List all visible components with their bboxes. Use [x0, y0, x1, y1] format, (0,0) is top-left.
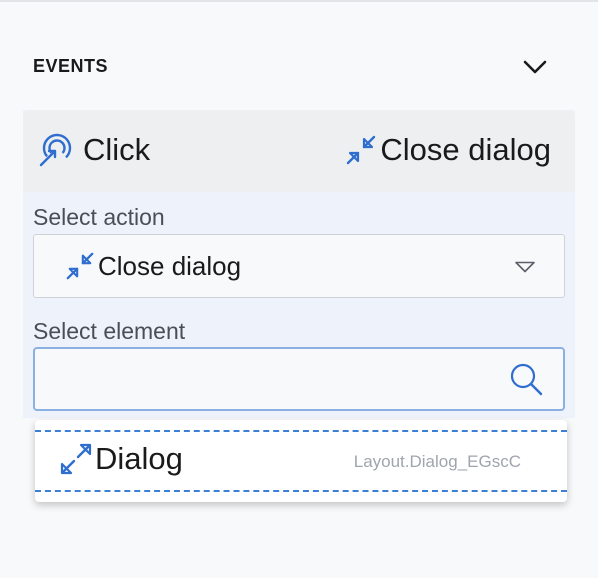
collapse-button[interactable] [518, 52, 552, 82]
element-search-input[interactable] [35, 349, 523, 409]
result-main: Dialog [59, 441, 183, 477]
event-header[interactable]: Click Close dialog [23, 110, 575, 192]
triangle-down-icon [515, 261, 535, 273]
search-icon[interactable] [509, 362, 543, 396]
top-divider [0, 0, 598, 2]
compress-arrows-icon [66, 252, 94, 280]
section-title: EVENTS [33, 56, 109, 76]
event-trigger: Click [37, 132, 150, 168]
action-summary-label: Close dialog [380, 132, 551, 167]
result-name: Dialog [95, 441, 183, 476]
tap-icon [39, 133, 72, 167]
compress-arrows-icon [347, 135, 376, 165]
event-action-summary: Close dialog [344, 132, 551, 168]
result-path: Layout.Dialog_EGscC [353, 452, 521, 471]
chevron-down-icon [523, 60, 547, 74]
select-action-label: Select action [33, 204, 165, 230]
result-item-dialog[interactable]: Dialog Layout.Dialog_EGscC [35, 430, 567, 492]
event-panel: Click Close dialog Select action Close d… [23, 110, 575, 418]
element-results-popup: Dialog Layout.Dialog_EGscC [35, 420, 567, 502]
select-element-label: Select element [33, 318, 186, 344]
element-search-field [33, 347, 565, 411]
action-select-label: Close dialog [98, 250, 242, 281]
trigger-label: Click [83, 132, 151, 167]
action-select[interactable]: Close dialog [33, 234, 565, 298]
action-select-value: Close dialog [64, 250, 241, 282]
expand-arrows-icon [60, 443, 92, 475]
